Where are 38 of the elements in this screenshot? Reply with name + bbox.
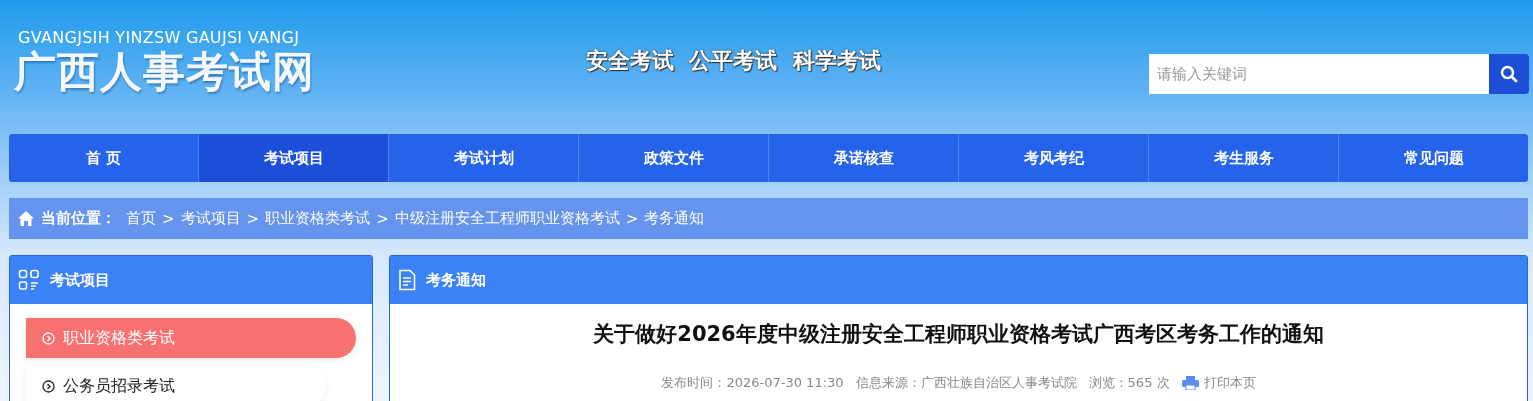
search-button[interactable] xyxy=(1489,54,1529,94)
nav-item[interactable]: 考生服务 xyxy=(1149,134,1339,182)
breadcrumb-separator: > xyxy=(376,209,389,228)
panel-title: 考务通知 xyxy=(426,270,486,290)
home-icon xyxy=(17,210,35,227)
search-icon xyxy=(1500,65,1518,83)
sidebar-item[interactable]: 职业资格类考试 xyxy=(26,318,356,358)
breadcrumb-link[interactable]: 职业资格类考试 xyxy=(265,209,371,228)
sidebar-item[interactable]: 公务员招录考试 xyxy=(26,366,326,401)
breadcrumb-link[interactable]: 中级注册安全工程师职业资格考试 xyxy=(394,209,620,228)
slogan: 安全考试 公平考试 科学考试 xyxy=(586,47,881,75)
breadcrumb-link[interactable]: 首页 xyxy=(126,209,156,228)
article-title: 关于做好2026年度中级注册安全工程师职业资格考试广西考区考务工作的通知 xyxy=(592,321,1325,348)
nav-item[interactable]: 常见问题 xyxy=(1339,134,1528,182)
print-link[interactable]: 打印本页 xyxy=(1181,374,1256,392)
panel-title: 考试项目 xyxy=(50,270,110,290)
breadcrumb-link[interactable]: 考试项目 xyxy=(180,209,241,228)
chevron-circle-icon xyxy=(42,379,55,393)
logo-title: 广西人事考试网 xyxy=(14,47,316,97)
breadcrumb-separator: > xyxy=(246,209,260,228)
nav-item[interactable]: 政策文件 xyxy=(579,134,769,182)
view-count: 浏览：565 次 xyxy=(1088,374,1170,392)
breadcrumb-separator: > xyxy=(625,209,639,228)
nav-item[interactable]: 考风考纪 xyxy=(959,134,1149,182)
grid-icon xyxy=(18,269,40,291)
search-field[interactable]: 请输入关键词 xyxy=(1149,54,1489,94)
source: 信息来源：广西壮族自治区人事考试院 xyxy=(855,374,1077,392)
nav-item[interactable]: 承诺核查 xyxy=(769,134,959,182)
nav-item[interactable]: 考试项目 xyxy=(199,134,389,182)
logo-subtitle: GVANGJSIH YINZSW GAUJSI VANGJ xyxy=(18,28,301,47)
nav-item[interactable]: 考试计划 xyxy=(389,134,579,182)
breadcrumb-separator: > xyxy=(162,209,175,228)
publish-time: 发布时间：2026-07-30 11:30 xyxy=(661,374,844,392)
printer-icon xyxy=(1181,376,1199,390)
chevron-circle-icon xyxy=(42,331,55,345)
breadcrumb-label: 当前位置： xyxy=(41,209,116,228)
document-icon xyxy=(398,269,416,291)
breadcrumb-link[interactable]: 考务通知 xyxy=(644,209,705,228)
